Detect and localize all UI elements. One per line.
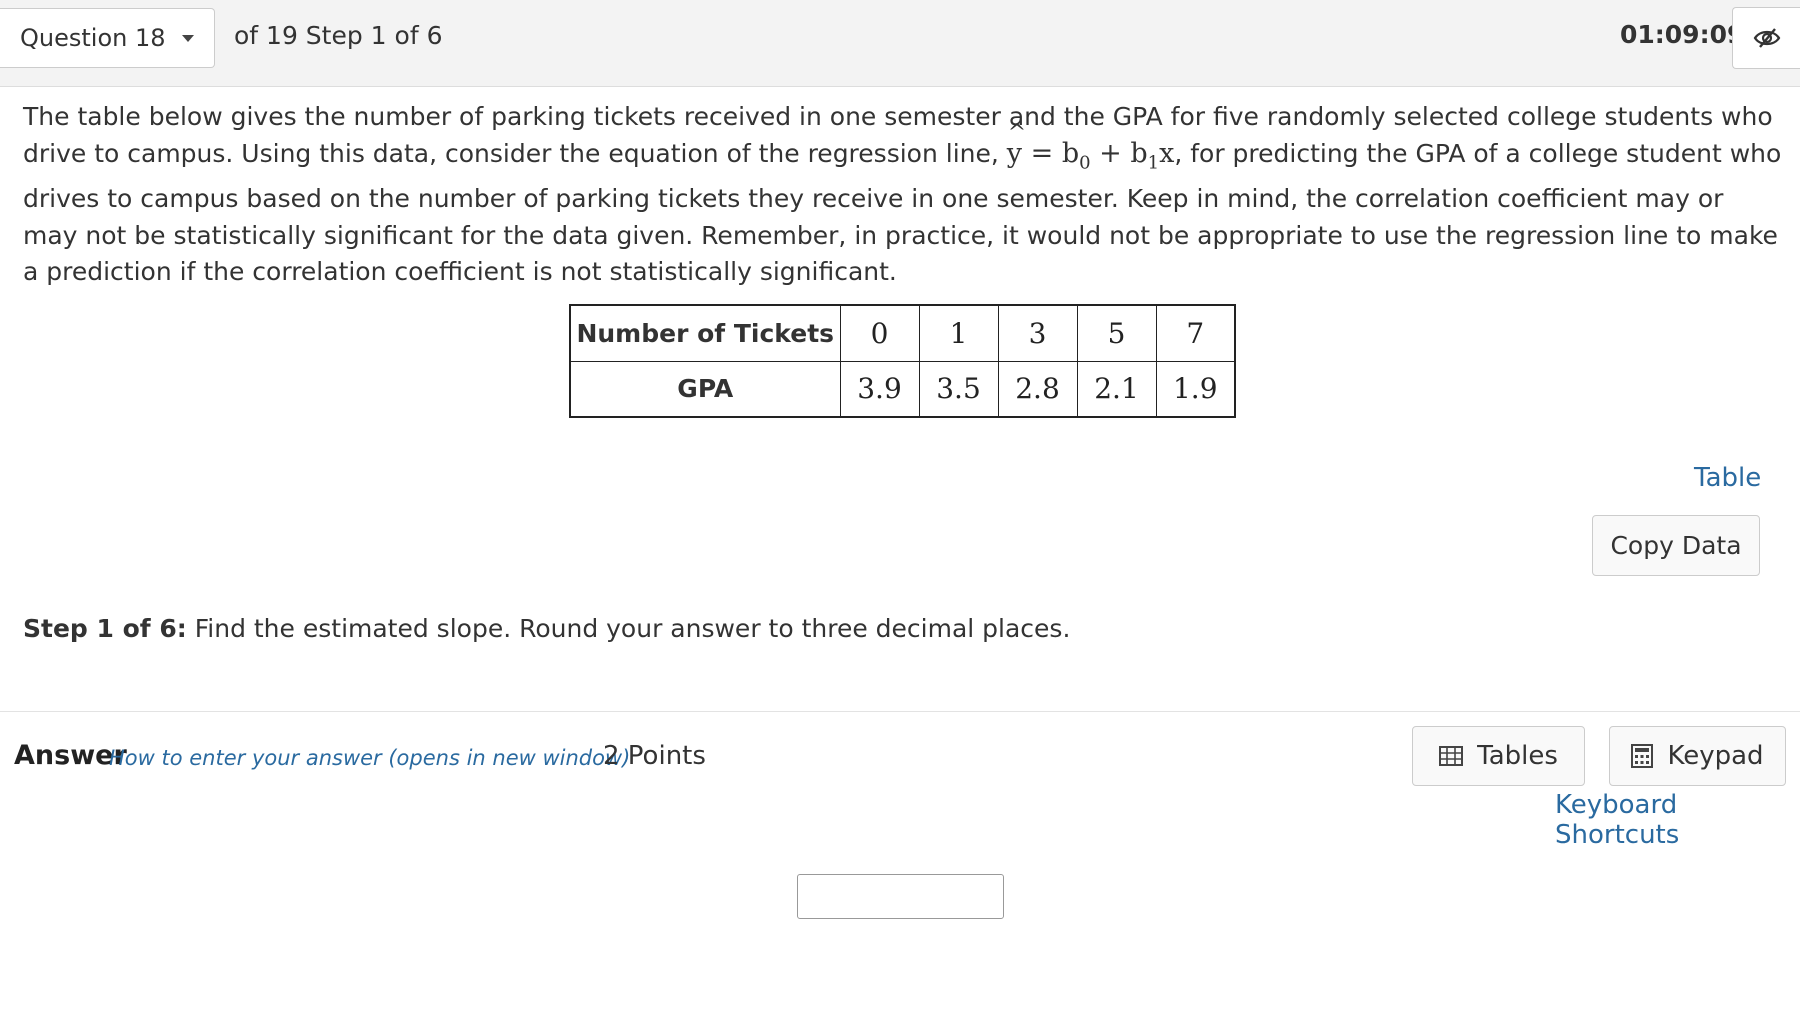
grid-table-icon <box>1439 746 1464 766</box>
tables-button[interactable]: Tables <box>1412 726 1585 786</box>
y-hat: ^ y <box>1007 121 1026 173</box>
table-cell: 2.8 <box>997 360 1078 418</box>
table-cell: 3.9 <box>839 360 920 418</box>
regression-equation: ^ y = b0 + b1x <box>1007 121 1175 173</box>
table-link[interactable]: Table <box>1694 463 1761 493</box>
table-cell: 1.9 <box>1155 360 1236 418</box>
answer-help-link[interactable]: How to enter your answer (opens in new w… <box>109 746 630 770</box>
step-instruction: Step 1 of 6: Find the estimated slope. R… <box>23 614 1070 643</box>
keypad-button[interactable]: Keypad <box>1609 726 1786 786</box>
eq-sub-1: 1 <box>1147 151 1160 173</box>
table-row: Number of Tickets 0 1 3 5 7 <box>569 304 1236 362</box>
table-row: GPA 3.9 3.5 2.8 2.1 1.9 <box>569 360 1236 418</box>
tables-label: Tables <box>1477 741 1558 771</box>
eq-sub-0: 0 <box>1079 151 1091 173</box>
hat-symbol: ^ <box>1007 120 1027 146</box>
row-header-gpa: GPA <box>569 360 841 418</box>
step-text: Find the estimated slope. Round your ans… <box>186 614 1071 643</box>
divider <box>0 711 1800 712</box>
table-cell: 0 <box>839 304 920 362</box>
keypad-label: Keypad <box>1667 741 1764 771</box>
problem-statement: The table below gives the number of park… <box>23 99 1783 291</box>
eq-x: x <box>1159 137 1175 169</box>
table-cell: 3 <box>997 304 1078 362</box>
question-selector[interactable]: Question 18 <box>0 8 215 68</box>
table-cell: 3.5 <box>918 360 999 418</box>
eye-slash-icon <box>1753 28 1780 48</box>
table-cell: 1 <box>918 304 999 362</box>
copy-data-button[interactable]: Copy Data <box>1592 515 1760 576</box>
answer-input[interactable] <box>797 874 1004 919</box>
table-cell: 2.1 <box>1076 360 1157 418</box>
step-progress: of 19 Step 1 of 6 <box>234 21 443 50</box>
step-label: Step 1 of 6: <box>23 614 187 643</box>
table-cell: 7 <box>1155 304 1236 362</box>
row-header-tickets: Number of Tickets <box>569 304 841 362</box>
timer: 01:09:09 <box>1620 20 1745 49</box>
points-label: 2 Points <box>603 741 706 771</box>
calculator-icon <box>1631 744 1654 768</box>
eq-plus-b: + b <box>1090 137 1148 169</box>
keyboard-shortcuts-link[interactable]: Keyboard Shortcuts <box>1555 790 1800 850</box>
data-table: Number of Tickets 0 1 3 5 7 GPA 3.9 3.5 … <box>569 304 1236 418</box>
question-label: Question 18 <box>20 24 166 52</box>
hide-timer-button[interactable] <box>1732 7 1800 69</box>
eq-equals-b: = b <box>1022 137 1080 169</box>
chevron-down-icon <box>181 34 194 42</box>
table-cell: 5 <box>1076 304 1157 362</box>
top-bar: Question 18 of 19 Step 1 of 6 01:09:09 <box>0 0 1800 87</box>
